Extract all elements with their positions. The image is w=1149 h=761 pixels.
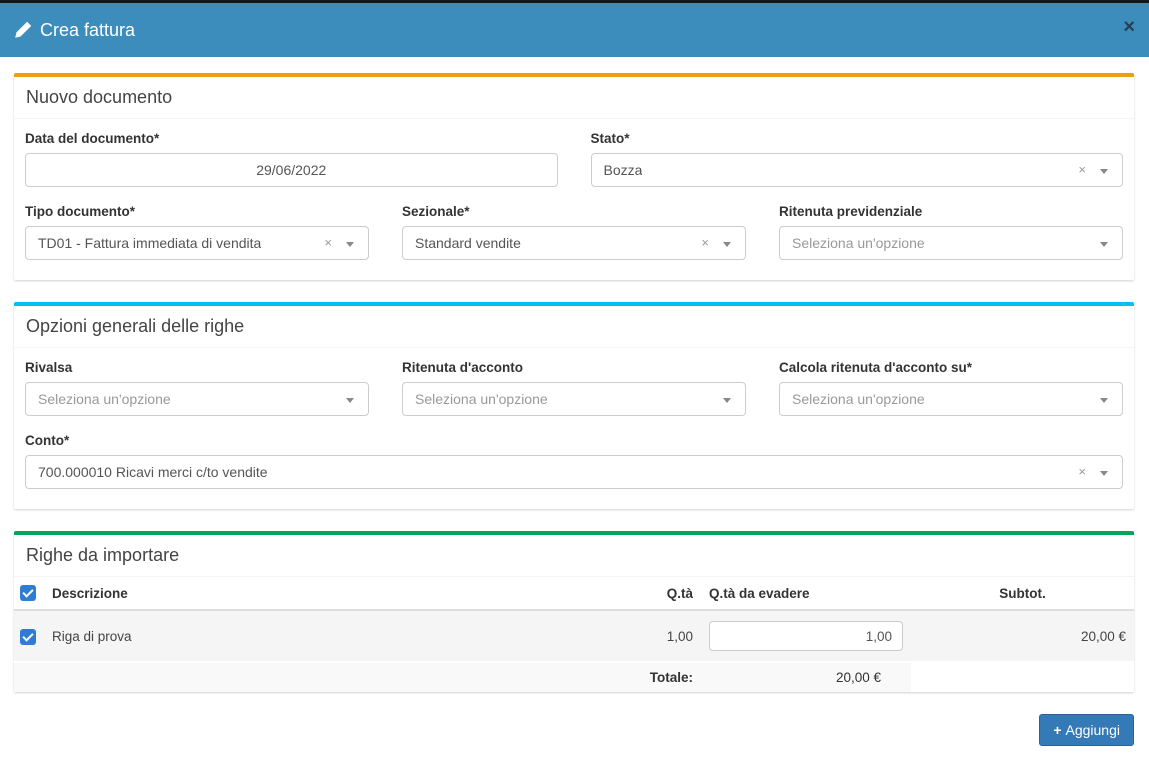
field-label: Calcola ritenuta d'acconto su*: [779, 360, 1123, 375]
stato-selected-value: Bozza: [604, 162, 643, 178]
totale-label: Totale:: [611, 662, 701, 692]
clear-icon[interactable]: ×: [701, 236, 709, 250]
field-label: Data del documento*: [25, 131, 558, 146]
col-header-qta: Q.tà: [611, 577, 701, 610]
table-row: Riga di prova 1,00 20,00 €: [14, 610, 1134, 662]
field-data-documento: Data del documento*: [25, 131, 558, 187]
conto-selected-value: 700.000010 Ricavi merci c/to vendite: [38, 464, 268, 480]
section-nuovo-documento: Nuovo documento Data del documento* Stat…: [14, 73, 1134, 280]
chevron-down-icon: [1100, 398, 1108, 403]
pencil-icon: [15, 22, 31, 38]
ritenuta-acconto-placeholder: Seleziona un'opzione: [415, 391, 548, 407]
field-label: Conto*: [25, 433, 1123, 448]
table-footer-row: Totale: 20,00 €: [14, 662, 1134, 692]
chevron-down-icon: [346, 398, 354, 403]
field-conto: Conto* 700.000010 Ricavi merci c/to vend…: [25, 433, 1123, 489]
table-header-row: Descrizione Q.tà Q.tà da evadere Subtot.: [14, 577, 1134, 610]
section-title: Nuovo documento: [26, 87, 1122, 108]
section-header: Nuovo documento: [14, 77, 1134, 119]
col-header-descrizione: Descrizione: [44, 577, 611, 610]
field-tipo-documento: Tipo documento* TD01 - Fattura immediata…: [25, 204, 369, 260]
field-ritenuta-previdenziale: Ritenuta previdenziale Seleziona un'opzi…: [779, 204, 1123, 260]
clear-icon[interactable]: ×: [1078, 465, 1086, 479]
field-sezionale: Sezionale* Standard vendite ×: [402, 204, 746, 260]
qta-evadere-input[interactable]: [709, 621, 903, 651]
ritenuta-acconto-select[interactable]: Seleziona un'opzione: [402, 382, 746, 416]
field-ritenuta-acconto: Ritenuta d'acconto Seleziona un'opzione: [402, 360, 746, 416]
field-label: Tipo documento*: [25, 204, 369, 219]
field-stato: Stato* Bozza ×: [591, 131, 1124, 187]
modal-title: Crea fattura: [15, 20, 135, 41]
col-header-qta-evadere: Q.tà da evadere: [701, 577, 911, 610]
sezionale-select[interactable]: Standard vendite ×: [402, 226, 746, 260]
chevron-down-icon: [723, 242, 731, 247]
ritenuta-previdenziale-placeholder: Seleziona un'opzione: [792, 235, 925, 251]
chevron-down-icon: [346, 242, 354, 247]
select-all-checkbox[interactable]: [20, 585, 36, 601]
section-title: Opzioni generali delle righe: [26, 316, 1122, 337]
close-icon[interactable]: ×: [1123, 17, 1135, 37]
data-documento-input[interactable]: [25, 153, 558, 187]
section-header: Righe da importare: [14, 535, 1134, 577]
chevron-down-icon: [1100, 242, 1108, 247]
righe-table: Descrizione Q.tà Q.tà da evadere Subtot.…: [14, 577, 1134, 692]
calcola-ritenuta-placeholder: Seleziona un'opzione: [792, 391, 925, 407]
chevron-down-icon: [1100, 471, 1108, 476]
row-checkbox[interactable]: [20, 629, 36, 645]
clear-icon[interactable]: ×: [324, 236, 332, 250]
field-label: Ritenuta d'acconto: [402, 360, 746, 375]
modal-header: Crea fattura ×: [0, 3, 1149, 57]
rivalsa-placeholder: Seleziona un'opzione: [38, 391, 171, 407]
row-subtot: 20,00 €: [911, 610, 1134, 662]
add-button-label: Aggiungi: [1066, 722, 1121, 738]
chevron-down-icon: [1100, 169, 1108, 174]
tipo-documento-select[interactable]: TD01 - Fattura immediata di vendita ×: [25, 226, 369, 260]
field-label: Stato*: [591, 131, 1124, 146]
field-label: Rivalsa: [25, 360, 369, 375]
ritenuta-previdenziale-select[interactable]: Seleziona un'opzione: [779, 226, 1123, 260]
add-button[interactable]: + Aggiungi: [1039, 714, 1134, 746]
row-qta: 1,00: [611, 610, 701, 662]
field-label: Ritenuta previdenziale: [779, 204, 1123, 219]
tipo-documento-selected-value: TD01 - Fattura immediata di vendita: [38, 235, 261, 251]
modal-footer: + Aggiungi: [0, 714, 1149, 761]
field-rivalsa: Rivalsa Seleziona un'opzione: [25, 360, 369, 416]
field-calcola-ritenuta: Calcola ritenuta d'acconto su* Seleziona…: [779, 360, 1123, 416]
modal-title-text: Crea fattura: [40, 20, 135, 41]
totale-value: 20,00 €: [701, 662, 911, 692]
row-descrizione: Riga di prova: [44, 610, 611, 662]
field-label: Sezionale*: [402, 204, 746, 219]
col-header-subtot: Subtot.: [911, 577, 1134, 610]
chevron-down-icon: [723, 398, 731, 403]
sezionale-selected-value: Standard vendite: [415, 235, 521, 251]
conto-select[interactable]: 700.000010 Ricavi merci c/to vendite ×: [25, 455, 1123, 489]
section-opzioni-generali: Opzioni generali delle righe Rivalsa Sel…: [14, 302, 1134, 509]
modal-body: Nuovo documento Data del documento* Stat…: [0, 57, 1149, 692]
calcola-ritenuta-select[interactable]: Seleziona un'opzione: [779, 382, 1123, 416]
section-header: Opzioni generali delle righe: [14, 306, 1134, 348]
section-righe-da-importare: Righe da importare Descrizione Q.tà Q.tà…: [14, 531, 1134, 692]
clear-icon[interactable]: ×: [1078, 163, 1086, 177]
rivalsa-select[interactable]: Seleziona un'opzione: [25, 382, 369, 416]
section-title: Righe da importare: [26, 545, 1122, 566]
stato-select[interactable]: Bozza ×: [591, 153, 1124, 187]
plus-icon: +: [1053, 722, 1061, 738]
